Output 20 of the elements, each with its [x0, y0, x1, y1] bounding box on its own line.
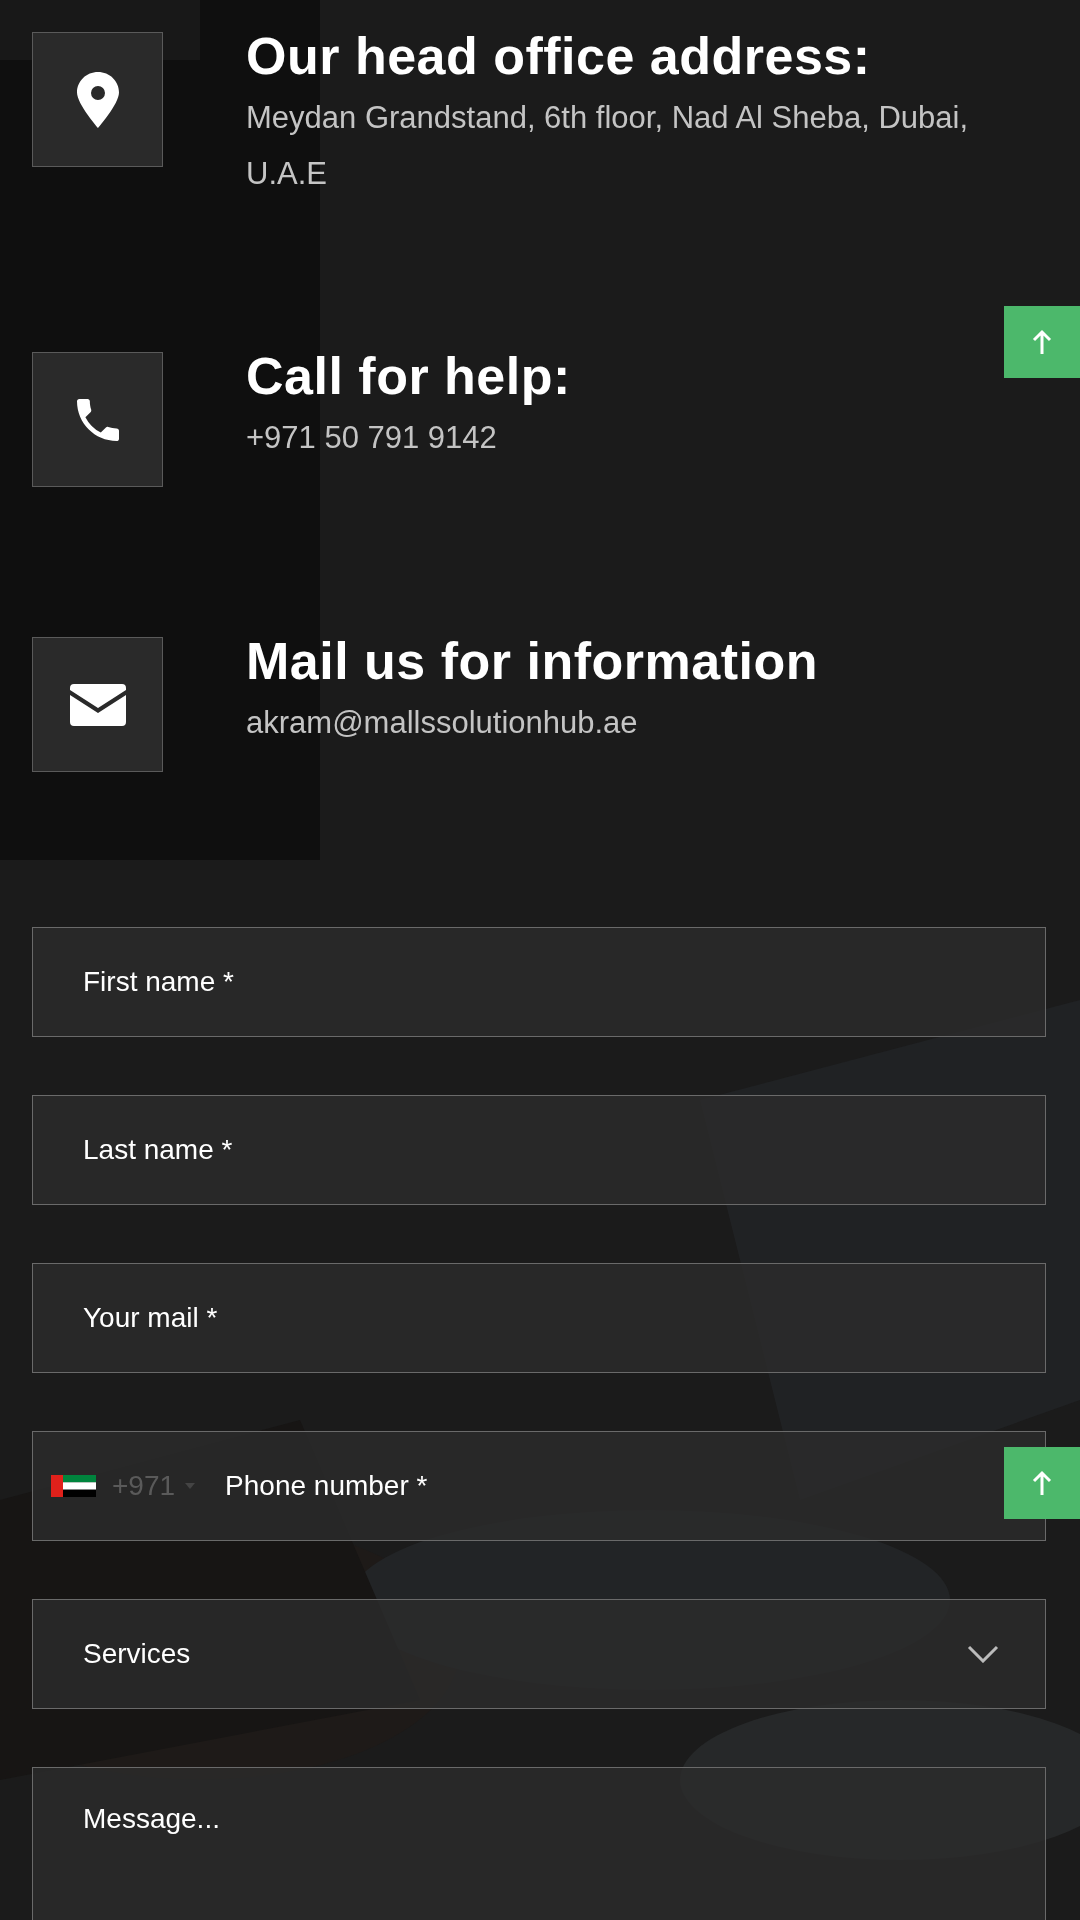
- envelope-icon: [69, 683, 126, 726]
- arrow-up-icon: [1032, 329, 1052, 355]
- contact-heading: Mail us for information: [246, 631, 818, 691]
- arrow-up-icon: [1032, 1470, 1052, 1496]
- message-field[interactable]: Message...: [32, 1767, 1046, 1920]
- services-dropdown[interactable]: Services: [32, 1599, 1046, 1709]
- caret-icon: [185, 1483, 196, 1489]
- flag-icon: [51, 1475, 96, 1497]
- contact-text: +971 50 791 9142: [246, 419, 497, 457]
- contact-text: akram@mallssolutionhub.ae: [246, 704, 638, 742]
- input-field[interactable]: First name *: [32, 927, 1046, 1037]
- scroll-to-top-button[interactable]: [1004, 306, 1080, 378]
- input-field[interactable]: Last name *: [32, 1095, 1046, 1205]
- contact-text: Meydan Grandstand, 6th floor, Nad Al Sheba, Dubai, U.A.E: [246, 99, 970, 193]
- contact-heading: Our head office address:: [246, 26, 871, 86]
- chevron-down-icon: [967, 1645, 999, 1663]
- input-field[interactable]: Your mail *: [32, 1263, 1046, 1373]
- scroll-to-top-button[interactable]: [1004, 1447, 1080, 1519]
- contact-heading: Call for help:: [246, 346, 571, 406]
- map-pin-icon: [76, 71, 119, 128]
